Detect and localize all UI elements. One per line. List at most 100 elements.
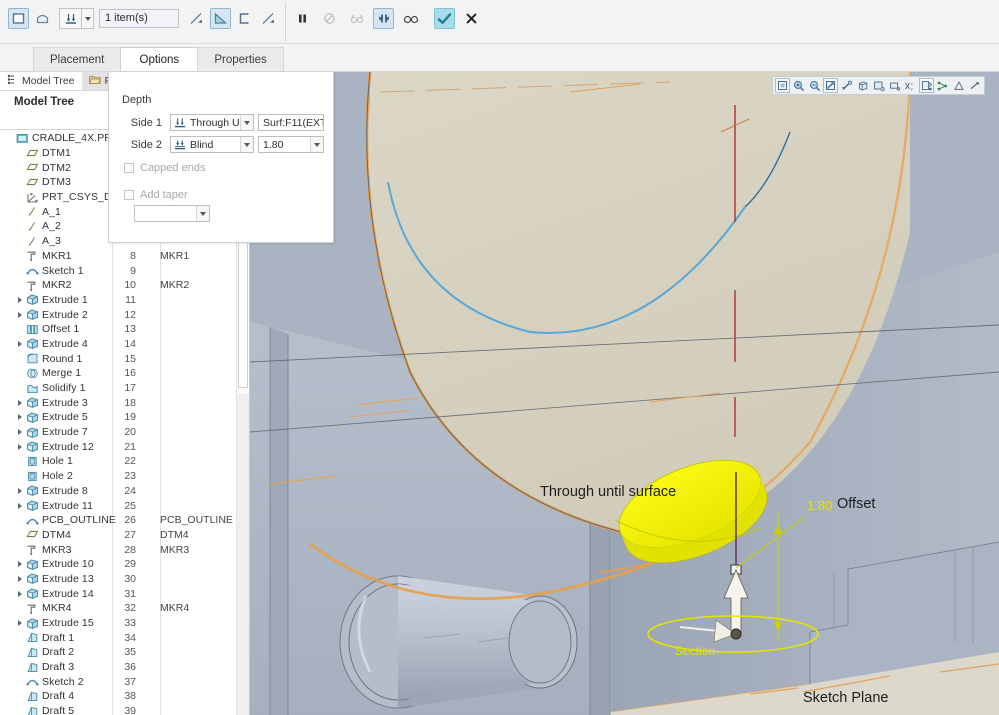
verify-button[interactable] (400, 8, 421, 29)
expand-triangle-icon[interactable] (14, 488, 25, 494)
datum-display-button[interactable]: xy (903, 78, 918, 93)
tree-row-sketch-2[interactable]: Sketch 237 (0, 674, 236, 689)
taper-angle-combo[interactable] (134, 205, 210, 222)
tree-row-mkr4[interactable]: MKR432MKR4 (0, 601, 236, 616)
extrude-as-solid-button[interactable] (8, 8, 29, 29)
nav-tab-model-tree[interactable]: Model Tree (0, 72, 82, 90)
tree-row-extrude-12[interactable]: Extrude 1221 (0, 439, 236, 454)
side2-depth-mode-combo[interactable]: Blind (170, 136, 254, 153)
annotation-display-button[interactable] (951, 78, 966, 93)
taper-angle-dropdown-arrow[interactable] (196, 206, 209, 221)
graphics-viewport[interactable]: xy Through until surface 1.80 Offset Sec… (250, 72, 999, 715)
tree-row-hole-1[interactable]: Hole 122 (0, 454, 236, 469)
tree-row-mkr2[interactable]: MKR210MKR2 (0, 278, 236, 293)
expand-triangle-icon[interactable] (14, 429, 25, 435)
tree-row-feature-number: 36 (112, 661, 136, 673)
depth-option-dropdown-arrow[interactable] (81, 8, 94, 29)
offset-dimension-value[interactable]: 1.80 (807, 498, 832, 513)
tree-row-extrude-3[interactable]: Extrude 318 (0, 395, 236, 410)
side2-depth-value-combo[interactable]: 1.80 (258, 136, 324, 153)
tab-options[interactable]: Options (120, 47, 198, 72)
tree-row-extrude-13[interactable]: Extrude 1330 (0, 572, 236, 587)
side2-depth-value-dropdown-arrow[interactable] (310, 137, 323, 152)
capped-ends-checkbox-row[interactable]: Capped ends (124, 162, 205, 174)
expand-triangle-icon[interactable] (14, 312, 25, 318)
tree-row-draft-2[interactable]: Draft 235 (0, 645, 236, 660)
change-depth-direction-button[interactable] (258, 8, 279, 29)
expand-triangle-icon[interactable] (14, 414, 25, 420)
tree-row-sketch-1[interactable]: Sketch 19 (0, 263, 236, 278)
flip-depth-direction-button[interactable] (186, 8, 207, 29)
expand-triangle-icon[interactable] (14, 576, 25, 582)
repaint-button[interactable] (823, 78, 838, 93)
tree-row-dtm4[interactable]: DTM427DTM4 (0, 528, 236, 543)
tree-row-draft-1[interactable]: Draft 134 (0, 630, 236, 645)
preview-button[interactable] (373, 8, 394, 29)
thicken-sketch-button[interactable] (234, 8, 255, 29)
expand-triangle-icon[interactable] (14, 561, 25, 567)
side1-depth-mode-combo[interactable]: Through Until (170, 114, 254, 131)
tab-properties[interactable]: Properties (197, 47, 283, 72)
preview-feature-button[interactable] (346, 8, 367, 29)
pause-button[interactable] (292, 8, 313, 29)
perspective-view-button[interactable] (887, 78, 902, 93)
tree-row-mkr3[interactable]: MKR328MKR3 (0, 542, 236, 557)
tree-row-draft-3[interactable]: Draft 336 (0, 660, 236, 675)
tree-row-extrude-8[interactable]: Extrude 824 (0, 484, 236, 499)
depth-from-sketch-button[interactable] (59, 8, 81, 29)
model-tree-scrollbar[interactable] (236, 238, 248, 715)
tree-row-merge-1[interactable]: Merge 116 (0, 366, 236, 381)
side1-depth-mode-dropdown-arrow[interactable] (240, 115, 253, 130)
tree-row-pcb-outline[interactable]: PCB_OUTLINE26PCB_OUTLINE (0, 513, 236, 528)
spin-center-button[interactable] (919, 78, 934, 93)
expand-triangle-icon[interactable] (14, 444, 25, 450)
depth-option-split-button[interactable] (59, 8, 94, 29)
capped-ends-checkbox[interactable] (124, 163, 134, 173)
add-taper-checkbox-row[interactable]: Add taper (124, 189, 188, 201)
tree-row-offset-1[interactable]: Offset 113 (0, 322, 236, 337)
zoom-in-button[interactable] (791, 78, 806, 93)
layer-display-button[interactable] (967, 78, 982, 93)
display-style-button[interactable] (871, 78, 886, 93)
extrude-as-surface-button[interactable] (32, 8, 53, 29)
refit-button[interactable] (775, 78, 790, 93)
resume-button[interactable] (319, 8, 340, 29)
tree-row-extrude-5[interactable]: Extrude 519 (0, 410, 236, 425)
side2-depth-value[interactable]: 1.80 (259, 139, 310, 151)
expand-triangle-icon[interactable] (14, 400, 25, 406)
tree-row-feature-number: 30 (112, 573, 136, 585)
datum-plane-display-button[interactable] (935, 78, 950, 93)
model-tree-scrollbar-track[interactable] (237, 394, 249, 715)
accept-button[interactable] (434, 8, 455, 29)
selection-count-field[interactable]: 1 item(s) (99, 9, 179, 28)
tree-row-round-1[interactable]: Round 115 (0, 351, 236, 366)
tree-row-extrude-2[interactable]: Extrude 212 (0, 307, 236, 322)
expand-triangle-icon[interactable] (14, 297, 25, 303)
cancel-button[interactable] (461, 8, 482, 29)
expand-triangle-icon[interactable] (14, 620, 25, 626)
add-taper-checkbox[interactable] (124, 190, 134, 200)
tree-row-extrude-1[interactable]: Extrude 111 (0, 293, 236, 308)
tree-row-extrude-14[interactable]: Extrude 1431 (0, 586, 236, 601)
expand-triangle-icon[interactable] (14, 503, 25, 509)
model-tree-scrollbar-thumb[interactable] (238, 240, 248, 388)
tree-row-extrude-10[interactable]: Extrude 1029 (0, 557, 236, 572)
tree-row-extrude-11[interactable]: Extrude 1125 (0, 498, 236, 513)
tree-row-extrude-4[interactable]: Extrude 414 (0, 337, 236, 352)
remove-material-button[interactable] (210, 8, 231, 29)
expand-triangle-icon[interactable] (14, 591, 25, 597)
tree-row-draft-4[interactable]: Draft 438 (0, 689, 236, 704)
tree-row-hole-2[interactable]: Hole 223 (0, 469, 236, 484)
view-orientation-button[interactable] (839, 78, 854, 93)
tree-row-draft-5[interactable]: Draft 539 (0, 704, 236, 715)
tree-row-solidify-1[interactable]: Solidify 117 (0, 381, 236, 396)
tree-row-extrude-7[interactable]: Extrude 720 (0, 425, 236, 440)
side1-reference-field[interactable]: Surf:F11(EXTRUD (258, 114, 324, 131)
tab-placement[interactable]: Placement (33, 47, 121, 72)
tree-row-mkr1[interactable]: MKR18MKR1 (0, 249, 236, 264)
saved-orientations-button[interactable] (855, 78, 870, 93)
zoom-out-button[interactable] (807, 78, 822, 93)
expand-triangle-icon[interactable] (14, 341, 25, 347)
side2-depth-mode-dropdown-arrow[interactable] (240, 137, 253, 152)
tree-row-extrude-15[interactable]: Extrude 1533 (0, 616, 236, 631)
